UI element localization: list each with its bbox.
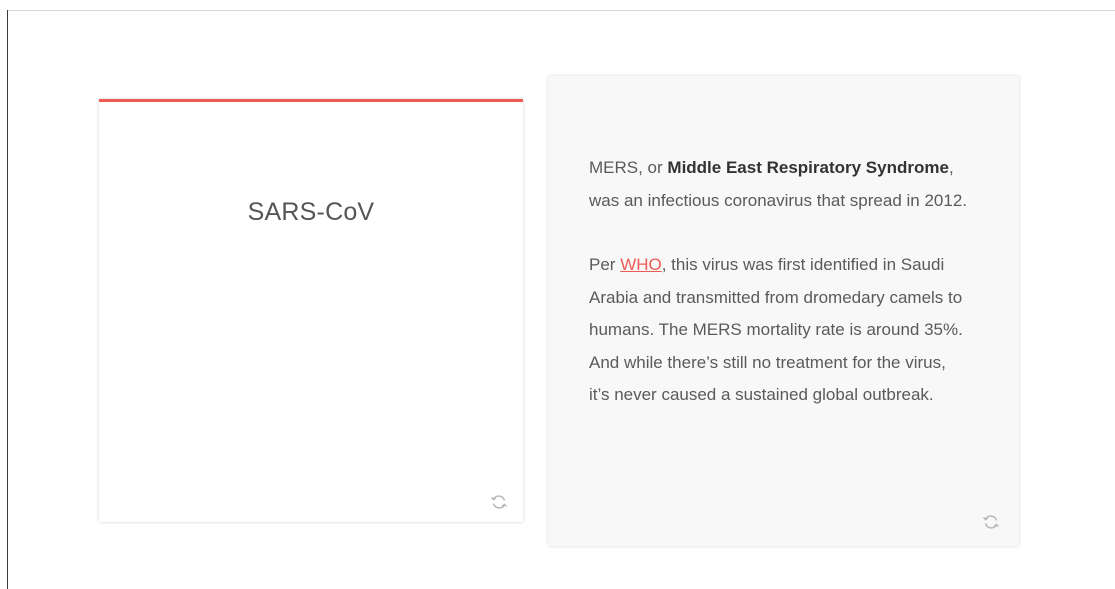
refresh-icon[interactable] <box>982 513 1000 531</box>
flip-card-front[interactable]: SARS-CoV <box>99 99 523 522</box>
page: SARS-CoV MERS, or Middle East Respirator… <box>0 0 1115 589</box>
refresh-icon[interactable] <box>490 493 508 511</box>
mers-full-name: Middle East Respiratory Syndrome <box>667 158 949 177</box>
left-divider <box>7 10 8 589</box>
card-title: SARS-CoV <box>247 198 375 226</box>
p1-text-a: MERS, or <box>589 158 668 177</box>
top-divider <box>8 10 1115 11</box>
card-description: MERS, or Middle East Respiratory Syndrom… <box>589 152 969 412</box>
flip-card-back[interactable]: MERS, or Middle East Respiratory Syndrom… <box>548 76 1019 546</box>
card-accent-bar <box>99 99 523 102</box>
p2-text-a: Per <box>589 255 621 274</box>
description-paragraph-1: MERS, or Middle East Respiratory Syndrom… <box>589 152 969 217</box>
p2-text-b: , this virus was first identified in Sau… <box>589 255 963 404</box>
description-paragraph-2: Per WHO, this virus was first identified… <box>589 249 969 412</box>
who-link[interactable]: WHO <box>620 255 662 274</box>
